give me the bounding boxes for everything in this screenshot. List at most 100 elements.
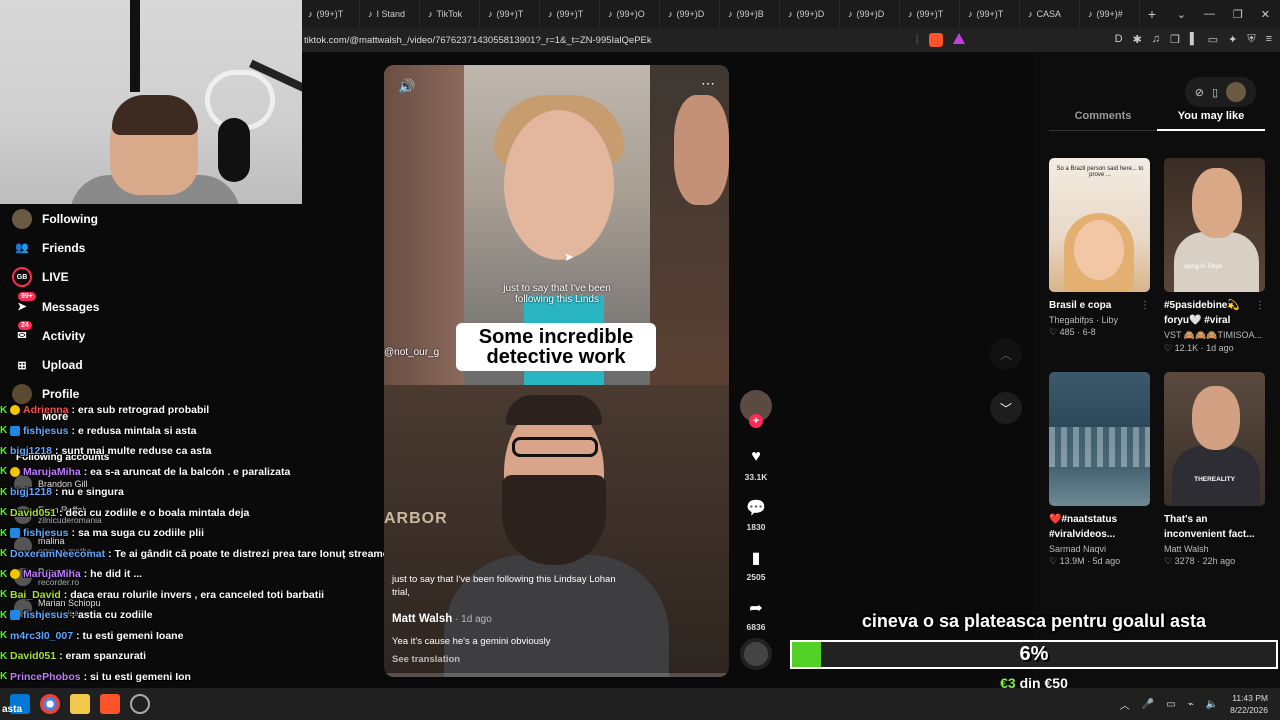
volume-icon[interactable]: 🔈	[1206, 699, 1218, 710]
wallet-icon[interactable]: ▭	[1208, 33, 1218, 47]
chat-username[interactable]: DoxeramNeecomat	[10, 548, 105, 560]
comment-count: 1830	[746, 522, 766, 532]
browser-tab[interactable]: ♪ TikTok	[420, 0, 480, 28]
tab-comments[interactable]: Comments	[1049, 104, 1157, 131]
share-action[interactable]: ➦ 6836	[738, 598, 774, 632]
vpn-icon[interactable]: ⛨	[1247, 33, 1255, 47]
chat-username[interactable]: PrincePhobos	[10, 671, 81, 683]
chat-username[interactable]: bigj1218	[10, 486, 52, 498]
music-icon[interactable]: ♫	[1152, 33, 1160, 47]
phone-icon[interactable]: ▯	[1212, 86, 1218, 99]
chevron-up-icon: ︿	[999, 347, 1012, 362]
extensions-icon[interactable]: ✱	[1133, 33, 1142, 47]
sidebar-item-messages[interactable]: ➤ 99+ Messages	[12, 291, 292, 321]
video-progress-bar[interactable]	[384, 673, 729, 677]
browser-tab[interactable]: ♪ (99+)O	[600, 0, 660, 28]
new-tab-button[interactable]: +	[1140, 6, 1164, 22]
save-action[interactable]: ▮ 2505	[738, 548, 774, 582]
brave-rewards-icon[interactable]	[952, 33, 965, 44]
chat-username[interactable]: fishjesus	[23, 425, 69, 437]
minimize-icon[interactable]: —	[1204, 8, 1215, 21]
more-icon[interactable]: ⋮	[1255, 298, 1265, 328]
tab-search-icon[interactable]: ⌄	[1177, 8, 1186, 21]
kick-icon: K	[0, 650, 8, 662]
previous-video-button[interactable]: ︿	[990, 338, 1022, 370]
browser-tab[interactable]: ♪ CASA	[1020, 0, 1080, 28]
comment-action[interactable]: 💬 1830	[738, 498, 774, 532]
close-icon[interactable]: ✕	[1261, 8, 1270, 21]
clock[interactable]: 11:43 PM 8/22/2026	[1230, 692, 1268, 716]
creator-avatar[interactable]: +	[740, 390, 772, 428]
browser-tab[interactable]: ♪ (99+)T	[960, 0, 1020, 28]
see-translation-link[interactable]: See translation	[392, 654, 460, 665]
chat-username[interactable]: fishjesus	[23, 609, 69, 621]
sidebar-item-live[interactable]: GB LIVE	[12, 263, 292, 292]
obs-icon[interactable]	[130, 694, 150, 714]
activity-icon: ✉ 24	[12, 320, 32, 346]
browser-tab[interactable]: ♪ (99+)T	[540, 0, 600, 28]
brave-icon[interactable]	[100, 694, 120, 714]
recommended-card[interactable]: So a Brazil person said here... to prove…	[1049, 158, 1150, 354]
browser-tab[interactable]: ♪ (99+)#	[1080, 0, 1140, 28]
subscriber-badge-icon	[10, 569, 20, 580]
thumbnail: ajung in Tokyo	[1164, 158, 1265, 292]
file-explorer-icon[interactable]	[70, 694, 90, 714]
url-field[interactable]: tiktok.com/@mattwalsh_/video/76762371430…	[300, 35, 916, 46]
chevron-up-icon[interactable]: ︿	[1120, 697, 1130, 712]
tab-label: (99+)T	[316, 9, 344, 19]
thumb-body	[1174, 232, 1259, 292]
leo-icon[interactable]: D	[1115, 33, 1123, 47]
chat-username[interactable]: MarujaMiha	[23, 466, 81, 478]
more-icon[interactable]: ⋮	[1140, 298, 1150, 313]
music-disc-icon[interactable]	[740, 638, 772, 670]
chat-text: : sunt mai multe reduse ca asta	[55, 445, 212, 458]
tab-you-may-like[interactable]: You may like	[1157, 104, 1265, 131]
browser-tab[interactable]: ♪ (99+)B	[720, 0, 780, 28]
browser-tab[interactable]: ♪ (99+)D	[840, 0, 900, 28]
chat-username[interactable]: bigj1218	[10, 445, 52, 457]
video-player[interactable]: just to say that I've been following thi…	[384, 65, 729, 677]
next-video-button[interactable]: ﹀	[990, 392, 1022, 424]
network-icon[interactable]: ⌁	[1188, 699, 1194, 710]
follow-plus-icon[interactable]: +	[749, 414, 763, 428]
browser-tab[interactable]: ♪ (99+)D	[780, 0, 840, 28]
more-options-icon[interactable]: ⋯	[701, 75, 715, 92]
browser-tab[interactable]: ♪ (99+)D	[660, 0, 720, 28]
chrome-icon[interactable]	[40, 694, 60, 714]
chat-username[interactable]: David051	[10, 507, 56, 519]
leo-ai-icon[interactable]: ✦	[1228, 33, 1237, 47]
sidebar-item-label: LIVE	[42, 270, 69, 285]
recommended-card[interactable]: THEREALITY That's an inconvenient fact..…	[1164, 372, 1265, 567]
user-avatar[interactable]	[1226, 82, 1246, 102]
chat-username[interactable]: fishjesus	[23, 527, 69, 539]
browser-tab[interactable]: ♪ (99+)T	[480, 0, 540, 28]
recommended-card[interactable]: ajung in Tokyo #5pasidebine💫 foryu🤍 #vir…	[1164, 158, 1265, 354]
volume-icon[interactable]: 🔊	[398, 78, 415, 95]
chat-username[interactable]: Bai_David	[10, 589, 61, 601]
video-author[interactable]: Matt Walsh · 1d ago	[392, 613, 492, 625]
menu-icon[interactable]: ≡	[1266, 33, 1272, 47]
side-panel: ⊘ ▯ Comments You may like So a Brazil pe…	[1033, 52, 1280, 688]
sidebar-item-following[interactable]: Following	[12, 204, 292, 233]
chat-username[interactable]: Adrienna	[23, 404, 69, 416]
maximize-icon[interactable]: ❐	[1233, 8, 1243, 21]
get-coins-icon[interactable]: ⊘	[1195, 86, 1204, 99]
browser-tab[interactable]: ♪ (99+)T	[300, 0, 360, 28]
chat-username[interactable]: David051	[10, 650, 56, 662]
bookmark-icon[interactable]: ❐	[1170, 33, 1180, 47]
sidebar-item-activity[interactable]: ✉ 24 Activity	[12, 320, 292, 350]
display-icon[interactable]: ▭	[1166, 699, 1175, 710]
sidebar-item-friends[interactable]: 👥 Friends	[12, 233, 292, 262]
browser-tab[interactable]: ♪ I Stand	[360, 0, 420, 28]
chat-username[interactable]: m4rc3l0_007	[10, 630, 73, 642]
browser-tab[interactable]: ♪ (99+)T	[900, 0, 960, 28]
chat-username[interactable]: MarujaMiha	[23, 568, 81, 580]
chat-text: : daca erau rolurile invers , era cancel…	[63, 588, 325, 601]
brave-shields-icon[interactable]	[928, 33, 943, 47]
like-action[interactable]: ♥ 33.1K	[738, 448, 774, 482]
recommended-card[interactable]: ❤️#naatstatus #viralvideos... Sarmad Naq…	[1049, 372, 1150, 567]
author-name[interactable]: Matt Walsh	[392, 613, 452, 625]
mic-icon[interactable]: 🎤	[1142, 699, 1154, 710]
sidebar-item-upload[interactable]: ⊞ Upload	[12, 350, 292, 379]
sidebar-icon[interactable]: ▌	[1190, 33, 1198, 47]
